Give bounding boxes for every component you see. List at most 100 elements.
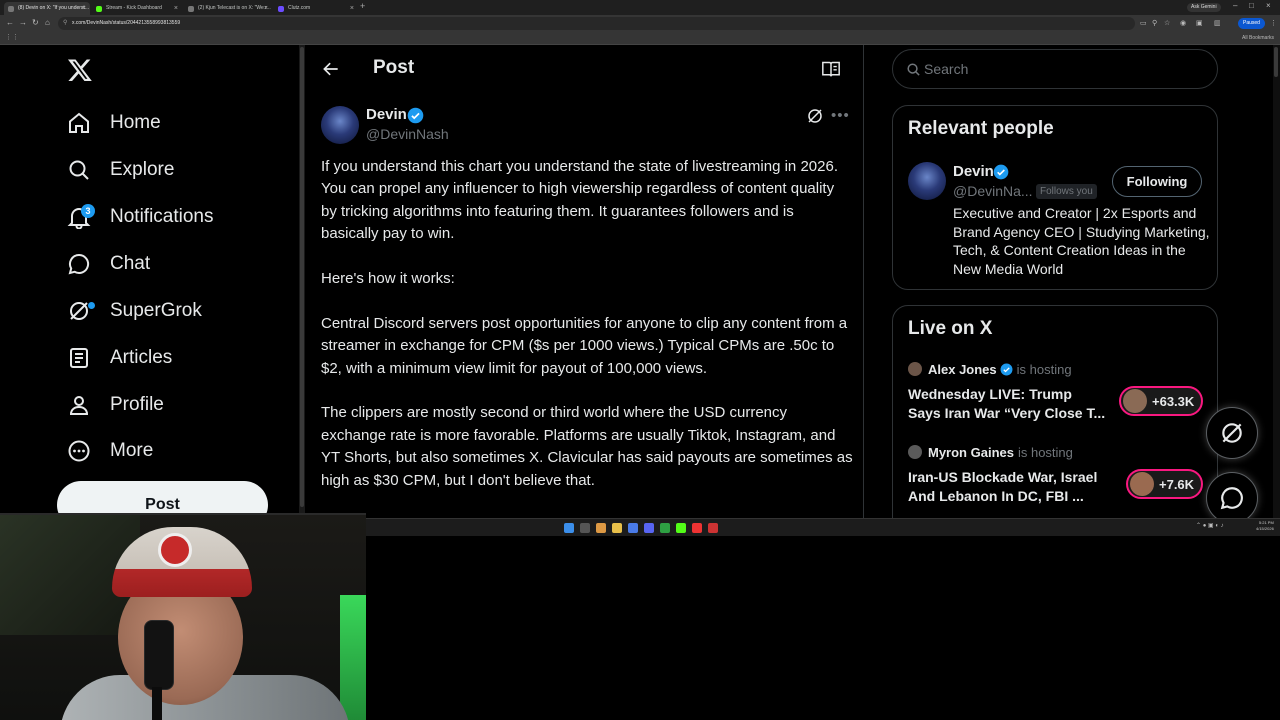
app-taskbar-icon[interactable] [660,523,670,533]
profile-paused-button[interactable]: Paused [1238,18,1265,29]
browser-menu-icon[interactable]: ⋮ [1270,19,1277,27]
tweet-paragraph: Central Discord servers post opportuniti… [321,314,848,377]
nav-label: Chat [110,253,151,274]
discord-taskbar-icon[interactable] [644,523,654,533]
relevant-people-panel: Relevant people Devin @DevinNa... Follow… [892,105,1218,290]
ask-gemini-button[interactable]: Ask Gemini [1187,3,1221,12]
live-on-x-panel: Live on X Alex Jones is hosting Wednesda… [892,305,1218,518]
live-title[interactable]: Iran-US Blockade War, Israel And Lebanon… [908,468,1108,505]
grok-floating-button[interactable] [1206,407,1258,459]
verified-badge-icon [1000,363,1013,375]
x-favicon-icon [8,6,14,12]
nav-item-home[interactable]: Home [67,107,161,139]
app-taskbar-icon[interactable] [708,523,718,533]
maximize-icon[interactable]: □ [1249,1,1254,10]
nav-item-explore[interactable]: Explore [67,154,174,186]
hosting-label: is hosting [1016,361,1072,377]
nav-item-profile[interactable]: Profile [67,389,164,421]
listener-count: +7.6K [1159,476,1195,492]
system-tray-icons[interactable]: ⌃ ● ▣ ◐ ♪ [1196,522,1224,529]
nav-item-supergrok[interactable]: SuperGrok [67,295,202,327]
nav-label: Profile [110,394,164,415]
taskbar-clock[interactable]: 5:21 PM 4/15/2026 [1256,520,1274,532]
close-tab-icon[interactable]: × [350,2,354,15]
more-options-icon[interactable]: ••• [831,108,850,123]
profile-icon [69,396,89,415]
app-taskbar-icon[interactable] [692,523,702,533]
grok-icon-wrap [67,299,95,323]
nav-item-articles[interactable]: Articles [67,342,172,374]
cast-icon[interactable]: ▭ [1140,19,1147,27]
site-info-icon[interactable]: ⚲ [63,17,67,30]
app-taskbar-icon[interactable] [676,523,686,533]
tab-title: Clutz.com [288,5,311,11]
person-name[interactable]: Devin [953,163,994,180]
close-tab-icon[interactable]: × [82,2,86,15]
webcam-green-light [340,595,366,720]
app-taskbar-icon[interactable] [628,523,638,533]
scrollbar-thumb[interactable] [1274,47,1278,77]
extension-icon[interactable]: ◉ [1180,19,1186,27]
nav-item-notifications[interactable]: 3 Notifications [67,201,214,233]
articles-icon [70,348,88,368]
minimize-icon[interactable]: – [1233,1,1237,10]
author-avatar[interactable] [321,106,359,144]
home-icon [69,112,89,133]
address-bar[interactable]: ⚲ x.com/DevinNash/status/204421355899381… [58,17,1135,30]
live-title[interactable]: Wednesday LIVE: Trump Says Iran War “Ver… [908,385,1108,422]
close-tab-icon[interactable]: × [264,2,268,15]
reload-icon[interactable]: ↻ [32,18,39,27]
nav-item-chat[interactable]: Chat [67,248,150,280]
x-page: Home Explore 3 Notifications Chat SuperG… [0,45,1280,518]
file-explorer-icon[interactable] [612,523,622,533]
bookmarks-bar: ⋮⋮ All Bookmarks [0,32,1280,45]
chat-floating-button[interactable] [1206,472,1258,518]
panel-title: Relevant people [908,118,1054,139]
windows-taskbar: ⌃ ● ▣ ◐ ♪ [366,518,1280,536]
search-input[interactable]: Search [892,49,1218,89]
all-bookmarks-link[interactable]: All Bookmarks [1242,32,1274,44]
extensions-puzzle-icon[interactable]: ▣ [1196,19,1203,27]
close-tab-icon[interactable]: × [174,2,178,15]
verified-badge-icon [993,164,1009,180]
close-window-icon[interactable]: × [1266,1,1271,10]
author-name[interactable]: Devin [366,106,407,123]
avatar[interactable] [908,162,946,200]
browser-tab[interactable]: (2) Kjun Telecast is on X: "We r... × [184,2,272,15]
search-taskbar-icon[interactable] [580,523,590,533]
chrome-taskbar-icon[interactable] [596,523,606,533]
author-handle[interactable]: @DevinNash [366,126,449,142]
live-listeners-pill[interactable]: +7.6K [1126,469,1204,499]
chat-bubble-icon [1220,487,1243,510]
zoom-icon[interactable]: ⚲ [1152,19,1157,27]
person-handle[interactable]: @DevinNa... [953,183,1033,199]
x-logo-icon[interactable] [67,57,93,83]
forward-icon[interactable]: → [19,18,27,27]
reader-mode-icon[interactable] [821,60,841,78]
grok-explain-icon[interactable] [806,107,824,125]
nav-label: More [110,440,154,461]
browser-tab[interactable]: Stream - Kick Dashboard × [92,2,182,15]
live-host-row[interactable]: Alex Jones is hosting [908,360,1072,378]
tweet-paragraph: If you understand this chart you underst… [321,158,838,243]
home-browser-icon[interactable]: ⌂ [45,18,50,27]
following-button[interactable]: Following [1112,166,1202,197]
page-scrollbar[interactable] [1273,45,1280,518]
back-icon[interactable]: ← [6,18,14,27]
browser-tab[interactable]: (8) Devin on X: "If you underst... × [4,2,90,15]
x-favicon-icon [188,6,194,12]
start-icon[interactable] [564,523,574,533]
live-listeners-pill[interactable]: +63.3K [1119,386,1204,416]
new-tab-icon[interactable]: + [360,1,365,11]
clutz-favicon-icon [278,6,284,12]
scrollbar-thumb[interactable] [300,47,304,507]
supergrok-dot [88,302,95,309]
browser-tab[interactable]: Clutz.com × [274,2,358,15]
apps-grid-icon[interactable]: ⋮⋮ [5,33,19,41]
bookmark-star-icon[interactable]: ☆ [1164,19,1170,27]
live-host-row[interactable]: Myron Gaines is hosting [908,443,1073,461]
more-circle-icon [68,440,90,462]
side-panel-icon[interactable]: ▥ [1214,19,1221,27]
back-arrow-icon[interactable] [321,59,341,79]
nav-item-more[interactable]: More [67,435,153,467]
